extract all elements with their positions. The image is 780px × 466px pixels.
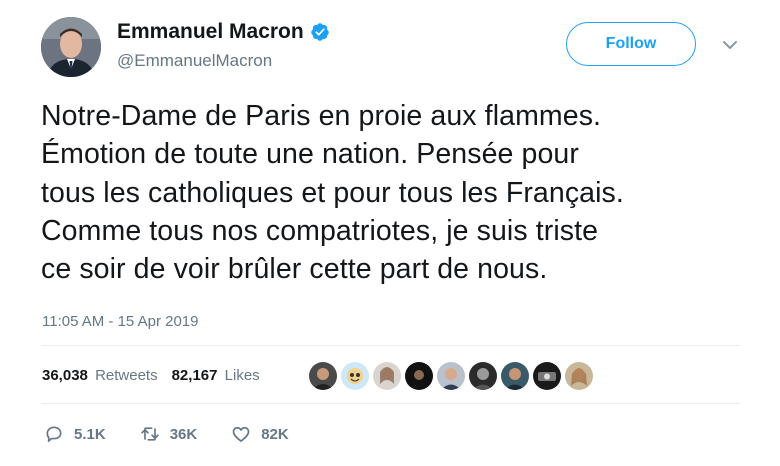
reply-button[interactable]: 5.1K	[44, 424, 106, 444]
tweet-actions: 5.1K 36K 82K	[44, 424, 323, 444]
like-count: 82K	[261, 425, 289, 443]
likes-stat[interactable]: 82,167 Likes	[172, 367, 260, 384]
liker-avatar[interactable]	[373, 362, 401, 390]
liker-avatar[interactable]	[533, 362, 561, 390]
chevron-down-icon[interactable]	[722, 38, 738, 50]
author-name-row[interactable]: Emmanuel Macron	[117, 19, 330, 45]
liker-avatar[interactable]	[405, 362, 433, 390]
reply-icon	[46, 426, 62, 442]
like-button[interactable]: 82K	[231, 424, 289, 444]
reply-count: 5.1K	[74, 425, 106, 443]
heart-icon	[232, 426, 250, 442]
retweets-count: 36,038	[42, 367, 88, 384]
likes-label: Likes	[224, 367, 260, 384]
tweet-stats: 36,038 Retweets 82,167 Likes	[42, 367, 260, 384]
tweet-text: Notre-Dame de Paris en proie aux flammes…	[41, 100, 624, 286]
retweet-icon	[140, 427, 159, 441]
author-avatar[interactable]	[41, 17, 101, 77]
liker-avatar[interactable]	[437, 362, 465, 390]
likes-count: 82,167	[171, 367, 218, 384]
liker-avatar[interactable]	[341, 362, 369, 390]
follow-button[interactable]: Follow	[566, 22, 696, 66]
liker-avatars	[309, 362, 593, 390]
author-name[interactable]: Emmanuel Macron	[117, 19, 304, 45]
retweet-button[interactable]: 36K	[140, 424, 198, 444]
liker-avatar[interactable]	[309, 362, 337, 390]
liker-avatar[interactable]	[565, 362, 593, 390]
divider	[41, 403, 740, 404]
liker-avatar[interactable]	[501, 362, 529, 390]
liker-avatar[interactable]	[469, 362, 497, 390]
divider	[41, 345, 740, 346]
retweets-stat[interactable]: 36,038 Retweets	[42, 367, 158, 384]
retweet-count: 36K	[169, 425, 198, 443]
retweets-label: Retweets	[95, 367, 158, 384]
author-handle[interactable]: @EmmanuelMacron	[117, 51, 272, 71]
tweet-timestamp[interactable]: 11:05 AM - 15 Apr 2019	[42, 313, 199, 330]
verified-badge-icon	[310, 22, 330, 42]
